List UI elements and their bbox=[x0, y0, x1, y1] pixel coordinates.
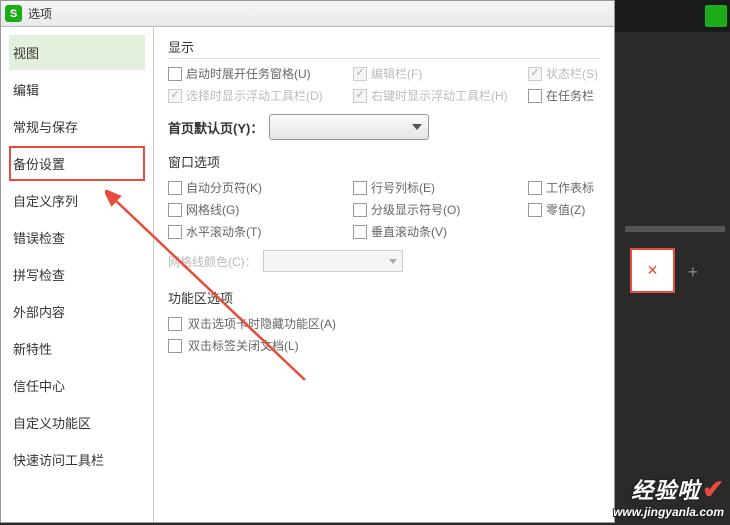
label-level-indicator: 分级显示符号(O) bbox=[371, 201, 460, 218]
section-display: 显示 bbox=[168, 37, 600, 59]
checkbox-row-col-label[interactable] bbox=[353, 181, 367, 195]
label-status-bar: 状态栏(S) bbox=[546, 65, 598, 82]
checkbox-startup-taskpane[interactable] bbox=[168, 67, 182, 81]
titlebar: S 选项 bbox=[1, 1, 614, 27]
sidebar-item-quick-access[interactable]: 快速访问工具栏 bbox=[9, 442, 145, 477]
sidebar-item-edit[interactable]: 编辑 bbox=[9, 72, 145, 107]
main-panel: 显示 启动时展开任务窗格(U) 编辑栏(F) 状态栏(S) bbox=[154, 27, 614, 522]
checkbox-h-scroll[interactable] bbox=[168, 225, 182, 239]
label-gridlines: 网格线(G) bbox=[186, 201, 239, 218]
sidebar-item-custom-ribbon[interactable]: 自定义功能区 bbox=[9, 405, 145, 440]
sidebar-item-external[interactable]: 外部内容 bbox=[9, 294, 145, 329]
close-icon: ✕ bbox=[647, 262, 659, 279]
section-window-opts: 窗口选项 bbox=[168, 152, 600, 173]
checkbox-edit-bar bbox=[353, 67, 367, 81]
dropdown-default-tab[interactable] bbox=[269, 114, 429, 140]
label-select-float: 选择时显示浮动工具栏(D) bbox=[186, 87, 323, 104]
sidebar-item-backup[interactable]: 备份设置 bbox=[9, 146, 145, 181]
label-h-scroll: 水平滚动条(T) bbox=[186, 223, 261, 240]
label-in-taskbar: 在任务栏 bbox=[546, 87, 594, 104]
chevron-down-icon bbox=[412, 124, 422, 130]
label-startup-taskpane: 启动时展开任务窗格(U) bbox=[186, 65, 311, 82]
sidebar-item-general-save[interactable]: 常规与保存 bbox=[9, 109, 145, 144]
checkbox-auto-pagebreak[interactable] bbox=[168, 181, 182, 195]
label-dbl-tab-close: 双击标签关闭文档(L) bbox=[188, 337, 299, 354]
sidebar: 视图 编辑 常规与保存 备份设置 自定义序列 错误检查 拼写检查 外部内容 新特… bbox=[1, 27, 154, 522]
sidebar-item-trust-center[interactable]: 信任中心 bbox=[9, 368, 145, 403]
label-grid-color: 网格线颜色(C)： bbox=[168, 253, 257, 270]
app-logo-icon: S bbox=[5, 5, 22, 22]
sheet-tab-close[interactable]: ✕ bbox=[630, 248, 675, 293]
label-sheet-label: 工作表标 bbox=[546, 179, 594, 196]
label-right-float: 右键时显示浮动工具栏(H) bbox=[371, 87, 508, 104]
chevron-down-icon bbox=[389, 259, 397, 264]
label-auto-pagebreak: 自动分页符(K) bbox=[186, 179, 262, 196]
add-sheet-icon[interactable]: + bbox=[687, 262, 698, 283]
checkbox-dbl-tab-hide[interactable] bbox=[168, 317, 182, 331]
checkbox-select-float bbox=[168, 89, 182, 103]
checkbox-v-scroll[interactable] bbox=[353, 225, 367, 239]
checkbox-sheet-label[interactable] bbox=[528, 181, 542, 195]
checkbox-dbl-tab-close[interactable] bbox=[168, 339, 182, 353]
watermark: 经验啦 ✔ www.jingyanla.com bbox=[613, 473, 724, 519]
watermark-url: www.jingyanla.com bbox=[613, 505, 724, 519]
label-default-tab: 首页默认页(Y)： bbox=[168, 118, 263, 137]
label-zero-value: 零值(Z) bbox=[546, 201, 585, 218]
sidebar-item-new-features[interactable]: 新特性 bbox=[9, 331, 145, 366]
label-row-col-label: 行号列标(E) bbox=[371, 179, 435, 196]
label-edit-bar: 编辑栏(F) bbox=[371, 65, 422, 82]
checkbox-gridlines[interactable] bbox=[168, 203, 182, 217]
checkbox-level-indicator[interactable] bbox=[353, 203, 367, 217]
label-dbl-tab-hide: 双击选项卡时隐藏功能区(A) bbox=[188, 315, 336, 332]
sidebar-item-view[interactable]: 视图 bbox=[9, 35, 145, 70]
check-icon: ✔ bbox=[702, 474, 724, 505]
checkbox-status-bar bbox=[528, 67, 542, 81]
sidebar-item-custom-list[interactable]: 自定义序列 bbox=[9, 183, 145, 218]
ruler-strip bbox=[625, 226, 725, 232]
label-v-scroll: 垂直滚动条(V) bbox=[371, 223, 447, 240]
options-dialog: S 选项 视图 编辑 常规与保存 备份设置 自定义序列 错误检查 拼写检查 外部… bbox=[0, 0, 615, 523]
dropdown-grid-color[interactable] bbox=[263, 250, 403, 272]
watermark-brand: 经验啦 bbox=[631, 473, 700, 505]
sidebar-item-spell-check[interactable]: 拼写检查 bbox=[9, 257, 145, 292]
green-indicator bbox=[705, 5, 727, 27]
checkbox-right-float bbox=[353, 89, 367, 103]
sidebar-item-error-check[interactable]: 错误检查 bbox=[9, 220, 145, 255]
dialog-title: 选项 bbox=[28, 5, 52, 22]
checkbox-zero-value[interactable] bbox=[528, 203, 542, 217]
section-ribbon-opts: 功能区选项 bbox=[168, 288, 600, 309]
dialog-content: 视图 编辑 常规与保存 备份设置 自定义序列 错误检查 拼写检查 外部内容 新特… bbox=[1, 27, 614, 522]
checkbox-in-taskbar[interactable] bbox=[528, 89, 542, 103]
